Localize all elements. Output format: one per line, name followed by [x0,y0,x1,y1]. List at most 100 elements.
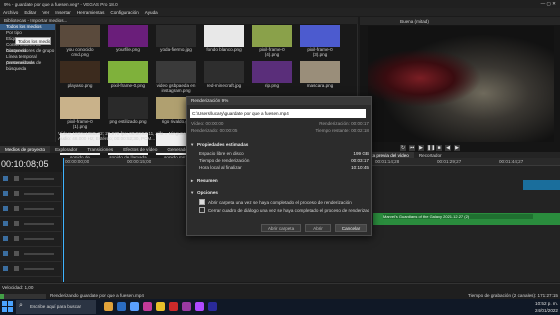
preview-frame [368,26,554,142]
menu-help[interactable]: Ayuda [145,10,158,15]
taskbar-app-icon[interactable] [117,302,126,311]
media-thumbnail[interactable]: pixil-frame-0.png [108,61,148,93]
next-frame-icon[interactable]: ▶ [454,145,460,151]
render-dialog: Renderización 9% C:\Users\lucary\guardat… [186,96,372,236]
playhead[interactable] [63,158,64,282]
tree-dropdown[interactable]: Todos los medios [15,37,51,45]
menu-insert[interactable]: Insertar [55,10,71,15]
ruler-label: 00:01:29;27 [437,159,462,164]
tab-explorer[interactable]: Explorador [50,146,82,153]
track-header[interactable] [0,247,61,262]
media-thumbnail[interactable]: red-minecraft.jpg [204,61,244,93]
media-thumbnail[interactable]: mascara.png [300,61,340,93]
option-close-dialog[interactable]: Cerrar cuadro de diálogo una vez se haya… [199,207,369,213]
option-open-folder[interactable]: Abrir carpeta una vez se haya completado… [199,199,369,205]
thumbnail-image [108,25,148,47]
clock-date: 24/01/2022 [535,308,558,313]
media-thumbnail[interactable]: png estilizado.png [108,97,148,129]
taskbar-app-icon[interactable] [195,302,204,311]
track-header[interactable] [0,232,61,247]
preview-toolbar: Buena (mitad) [360,17,560,25]
thumbnail-image [156,25,196,47]
media-thumbnail[interactable]: rip.png [252,61,292,93]
search-icon: ⌕ [19,302,23,309]
track-header[interactable] [0,202,61,217]
media-thumbnail[interactable]: video gsbpaeda en instagram.png [156,61,196,93]
play-icon[interactable]: ▶ [418,145,424,151]
section-estimated[interactable]: ▾ Propiedades estimadas [191,141,369,149]
windows-start-icon[interactable] [2,301,13,312]
thumbnail-label: pixil-frame-0 (4).png [259,47,285,57]
thumbnail-label: mascara.png [306,83,334,88]
media-thumbnail[interactable]: yoda-fiermo.jpg [156,25,196,57]
taskbar-app-icon[interactable] [208,302,217,311]
menu-tools[interactable]: Herramientas [77,10,105,15]
thumbnail-label: yoda-fiermo.jpg [160,47,192,52]
thumbnail-label: playaso.png [67,83,93,88]
taskbar-app-icon[interactable] [182,302,191,311]
window-controls[interactable]: — ▢ ✕ [541,1,556,7]
track-header[interactable] [0,187,61,202]
media-thumbnail[interactable]: pixil-frame-0 (4).png [252,25,292,57]
taskbar-app-icon[interactable] [156,302,165,311]
thumbnail-image [300,61,340,83]
taskbar-app-icon[interactable] [169,302,178,311]
timeline-clip[interactable] [523,180,560,190]
track-header[interactable] [0,172,61,187]
pause-icon[interactable]: ❚❚ [427,145,435,151]
menu-view[interactable]: Ver [42,10,49,15]
tree-item[interactable]: Contenedores de búsqueda [0,60,55,71]
track-header[interactable] [0,262,61,277]
explorer-path[interactable]: Bibliotecas - Importar medios... [0,18,67,23]
media-thumbnail[interactable]: pixil-frame-0 (1).png [60,97,100,129]
clip-label: Marvel's Guardians of the Galaxy 2021.12… [383,214,533,219]
media-thumbnail[interactable]: pixil-frame-0 (3).png [300,25,340,57]
checkbox[interactable] [199,207,205,213]
stop-icon[interactable]: ■ [436,145,442,151]
thumbnail-image [252,61,292,83]
window-title: 9% - guardate por que a fuesen.veg* - VE… [4,1,118,7]
explorer-toolbar: Bibliotecas - Importar medios... [0,17,358,24]
thumbnail-label: pixil-frame-0 (1).png [67,119,93,129]
open-button[interactable]: Abrir [305,224,331,232]
tab-transitions[interactable]: Transiciones [82,146,118,153]
menu-file[interactable]: Archivo [3,10,18,15]
media-thumbnail[interactable]: yourfile.png [108,25,148,57]
timeline-timecode: 00:10:08;05 [1,159,49,169]
tab-project-media[interactable]: Medios de proyecto [0,146,51,153]
ruler-label: 00:00:15;00 [127,159,152,164]
taskbar-clock[interactable]: 10:52 p. m. 24/01/2022 [512,300,558,314]
taskbar-app-icon[interactable] [143,302,152,311]
open-folder-button[interactable]: Abrir carpeta [261,224,301,232]
stat-row: Tiempo de renderización 00:03:17 [199,158,369,163]
section-options[interactable]: ▾ Opciones [191,189,369,197]
menu-options[interactable]: Configuración [110,10,138,15]
media-thumbnail[interactable]: fondo blanco.png [204,25,244,57]
thumbnail-label: yourfile.png [116,47,140,52]
progress-line-2: Renderizado: 00:00:05 Tiempo restante: 0… [191,128,369,133]
tab-video-fx[interactable]: Efectos de vídeo [118,146,162,153]
velocity-label: Velocidad: 1,00 [2,285,34,290]
play-from-start-icon[interactable]: ⏮ [409,145,415,151]
loop-icon[interactable]: ↻ [400,145,406,151]
thumbnail-image [204,25,244,47]
menu-edit[interactable]: Editar [24,10,36,15]
thumbnail-image [252,25,292,47]
ruler-label: 00:01:14;28 [375,159,400,164]
prev-frame-icon[interactable]: ◀ [445,145,451,151]
media-thumbnail[interactable]: playaso.png [60,61,100,93]
taskbar-app-icon[interactable] [104,302,113,311]
track-header[interactable] [0,217,61,232]
section-summary[interactable]: ▸ Resumen [191,177,369,185]
taskbar-search[interactable]: Escribe aquí para buscar [16,300,96,314]
window-titlebar: 9% - guardate por que a fuesen.veg* - VE… [0,0,560,8]
ruler-label: 00:00:00;00 [65,159,90,164]
preview-quality[interactable]: Buena (mitad) [360,19,429,24]
checkbox[interactable] [199,199,205,205]
taskbar-app-icon[interactable] [130,302,139,311]
thumbnail-image [108,97,148,119]
clock-time: 10:52 p. m. [535,301,558,306]
cancel-button[interactable]: Cancelar [335,224,367,232]
media-thumbnail[interactable]: you conocido cmd.png [60,25,100,57]
thumbnail-image [108,61,148,83]
